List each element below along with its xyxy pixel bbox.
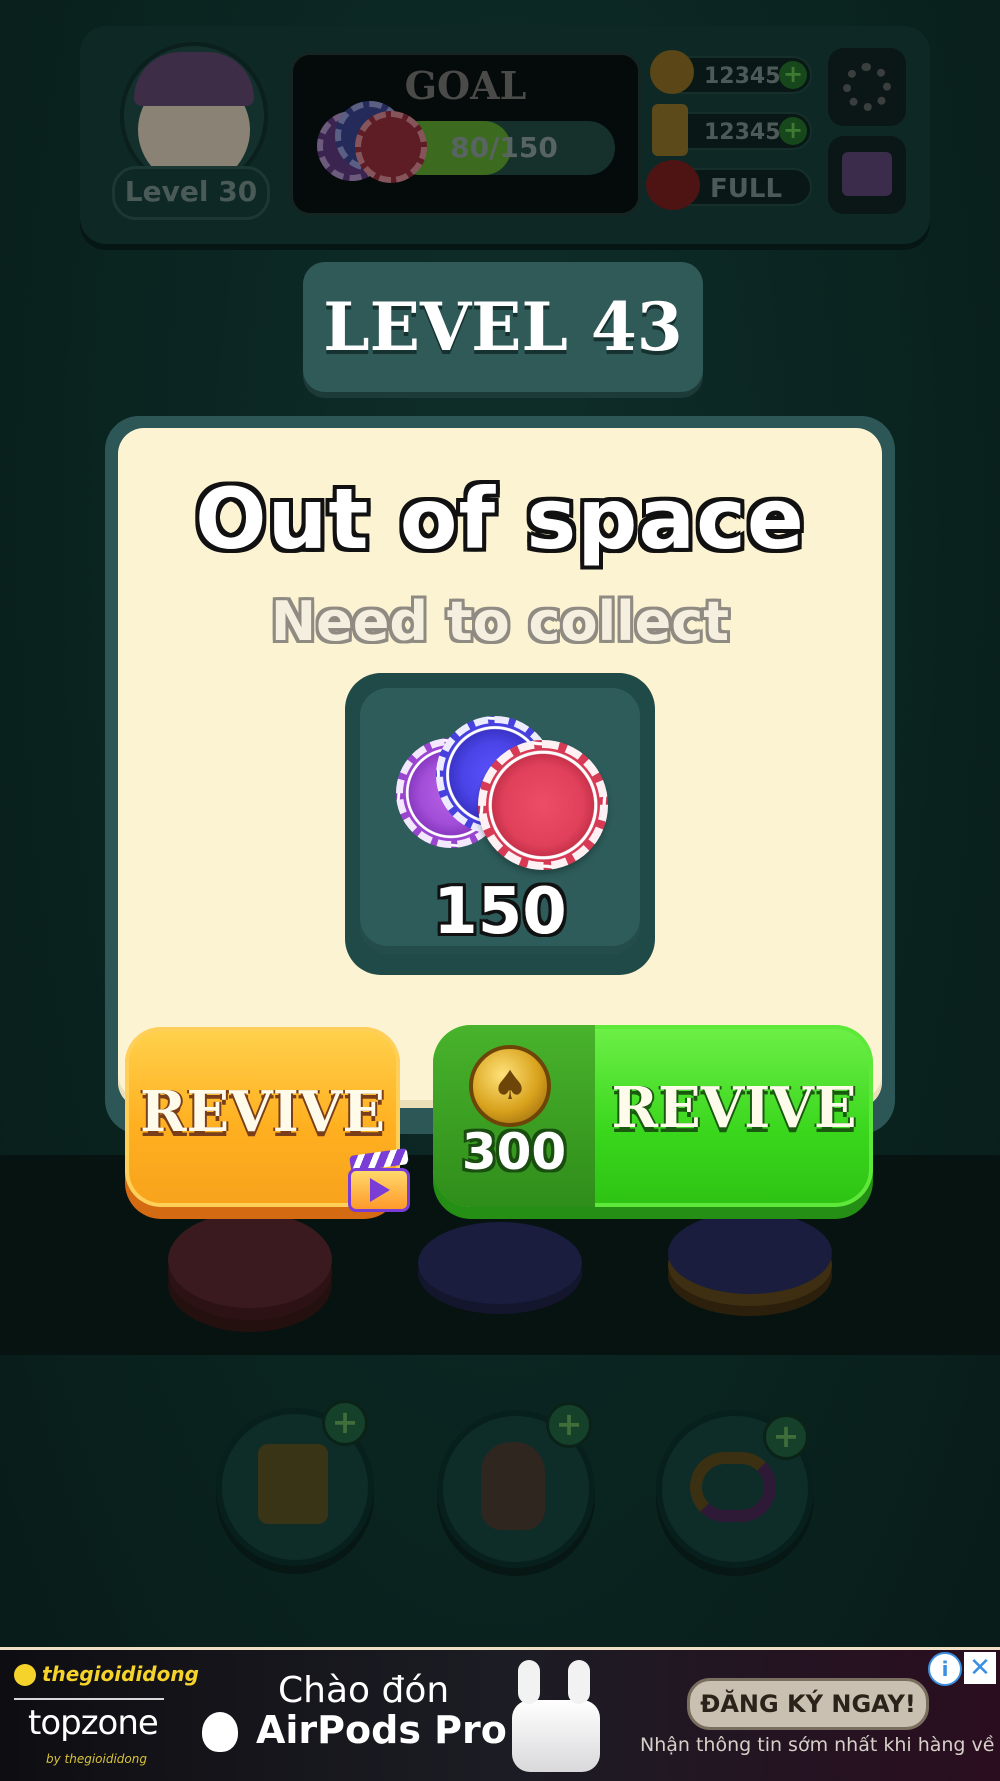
level-banner: LEVEL 43 <box>303 262 703 392</box>
ad-topzone-logo: topzone <box>28 1703 159 1743</box>
goal-title: GOAL <box>404 63 527 108</box>
ad-cta-button[interactable]: ĐĂNG KÝ NGAY! <box>687 1678 929 1730</box>
video-reward-button[interactable] <box>828 136 906 214</box>
revive-coins-label: REVIVE <box>611 1075 857 1141</box>
avatar-cap <box>134 52 254 106</box>
player-level-badge: Level 30 <box>112 166 270 220</box>
dialog-subtitle: Need to collect <box>270 590 730 653</box>
level-title: LEVEL 43 <box>323 288 683 366</box>
revive-coins-button[interactable]: ♠ 300 REVIVE <box>433 1025 873 1207</box>
ad-brand: thegioididong <box>42 1662 199 1686</box>
blue-gold-chip-stack[interactable] <box>668 1212 832 1294</box>
gold-coin-icon: ♠ <box>469 1045 551 1127</box>
magnet-icon <box>258 1444 328 1524</box>
revive-price: 300 <box>461 1123 567 1181</box>
ad-info-icon[interactable]: i <box>928 1652 962 1686</box>
apple-icon <box>202 1712 238 1752</box>
add-tickets-button[interactable]: + <box>779 117 807 145</box>
airpod-right-image <box>568 1660 590 1704</box>
booster-magnet-plus[interactable]: + <box>322 1400 368 1446</box>
shuffle-icon <box>690 1452 776 1522</box>
collect-count: 150 <box>433 875 567 949</box>
video-ad-icon <box>346 1148 412 1214</box>
goal-panel: GOAL 80/150 <box>290 52 641 216</box>
video-clapper-icon <box>842 152 892 196</box>
airpod-left-image <box>518 1660 540 1704</box>
booster-shuffle-plus[interactable]: + <box>763 1414 809 1460</box>
heart-icon <box>646 160 700 210</box>
gear-icon <box>843 63 891 111</box>
ad-headline-1: Chào đón <box>278 1670 450 1711</box>
settings-button[interactable] <box>828 48 906 126</box>
ad-close-icon[interactable]: ✕ <box>964 1652 996 1684</box>
spade-icon: ♠ <box>492 1063 528 1109</box>
add-coins-button[interactable]: + <box>779 61 807 89</box>
play-icon <box>370 1178 390 1202</box>
coin-icon <box>650 50 694 94</box>
dialog-title: Out of space <box>195 470 805 568</box>
revive-ad-label: REVIVE <box>140 1079 385 1145</box>
red-chip-stack[interactable] <box>168 1212 332 1308</box>
ticket-icon <box>652 104 688 156</box>
ad-divider <box>14 1698 164 1700</box>
airpods-case-image <box>512 1700 600 1772</box>
ad-sub-brand: by thegioididong <box>46 1752 147 1766</box>
ad-note: Nhận thông tin sớm nhất khi hàng về <box>640 1734 995 1756</box>
booster-hand-plus[interactable]: + <box>546 1402 592 1448</box>
goal-chip-red-icon <box>355 111 427 183</box>
brand-logo-icon <box>14 1664 36 1686</box>
hand-icon <box>481 1442 545 1530</box>
ad-headline-2: AirPods Pro 2 <box>256 1708 547 1752</box>
red-chip-icon <box>478 740 608 870</box>
blue-chip-stack[interactable] <box>418 1222 582 1304</box>
